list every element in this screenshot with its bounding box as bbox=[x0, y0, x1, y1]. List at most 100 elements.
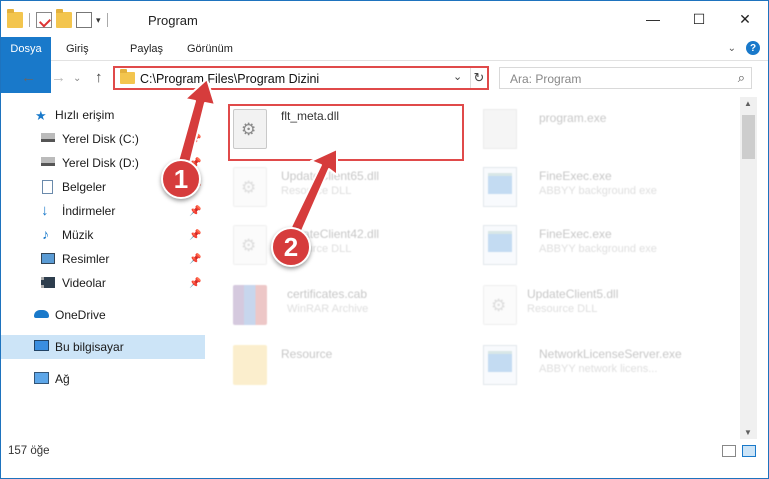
pictures-icon bbox=[41, 253, 55, 264]
view-switcher bbox=[722, 445, 756, 457]
qat-dropdown-icon[interactable]: ▾ bbox=[96, 15, 101, 26]
pin-icon[interactable]: 📌 bbox=[189, 134, 201, 145]
pin-icon[interactable]: 📌 bbox=[189, 206, 201, 217]
folder-icon bbox=[120, 69, 135, 84]
file-item[interactable]: FineExec.exe ABBYY background exe bbox=[483, 163, 723, 219]
sidebar-item-music[interactable]: ♪ Müzik 📌 bbox=[1, 223, 205, 247]
window-controls: — ☐ ✕ bbox=[630, 1, 768, 37]
help-icon[interactable]: ? bbox=[746, 41, 760, 55]
dll-file-icon bbox=[233, 167, 267, 207]
sidebar-item-label: Yerel Disk (C:) bbox=[62, 132, 139, 146]
sidebar-item-local-disk-c[interactable]: Yerel Disk (C:) 📌 bbox=[1, 127, 205, 151]
scroll-down-icon[interactable]: ▼ bbox=[744, 428, 752, 437]
address-dropdown-icon[interactable]: ⌄ bbox=[453, 70, 462, 83]
exe-file-icon bbox=[483, 167, 517, 207]
file-item[interactable]: certificates.cab WinRAR Archive bbox=[233, 281, 473, 337]
maximize-button[interactable]: ☐ bbox=[676, 1, 722, 37]
search-box[interactable]: Ara: Program ⌕ bbox=[499, 67, 752, 89]
tab-home[interactable]: Giriş bbox=[66, 37, 89, 61]
dll-file-icon bbox=[483, 285, 517, 325]
forward-button[interactable]: → bbox=[51, 69, 66, 86]
quick-access-toolbar: ▾ bbox=[7, 9, 110, 29]
sidebar-item-videos[interactable]: Videolar 📌 bbox=[1, 271, 205, 295]
file-name: FineExec.exe bbox=[539, 227, 612, 241]
file-item[interactable]: UpdateClient42.dll Resource DLL bbox=[233, 221, 473, 277]
file-name: program.exe bbox=[539, 111, 607, 125]
refresh-button[interactable]: ↻ bbox=[470, 68, 487, 88]
file-highlight-box bbox=[228, 104, 464, 161]
scroll-up-icon[interactable]: ▲ bbox=[744, 99, 752, 108]
file-name: Resource bbox=[281, 347, 333, 361]
dll-file-icon bbox=[233, 225, 267, 265]
sidebar-item-label: Ağ bbox=[55, 372, 70, 386]
sidebar-item-quick-access[interactable]: ★ Hızlı erişim bbox=[1, 103, 205, 127]
folder-icon bbox=[7, 9, 23, 28]
exe-file-icon bbox=[483, 345, 517, 385]
tiles-view-icon[interactable] bbox=[742, 445, 756, 457]
search-placeholder: Ara: Program bbox=[510, 72, 582, 86]
download-icon: ↓ bbox=[41, 202, 49, 219]
sidebar-item-downloads[interactable]: ↓ İndirmeler 📌 bbox=[1, 199, 205, 223]
music-icon: ♪ bbox=[42, 226, 49, 242]
archive-icon bbox=[233, 285, 267, 325]
address-bar[interactable]: C:\Program Files\Program Dizini ⌄ ↻ bbox=[113, 66, 489, 90]
file-description: Resource DLL bbox=[527, 303, 598, 315]
cloud-icon bbox=[34, 310, 49, 318]
tab-view[interactable]: Görünüm bbox=[187, 37, 233, 61]
step-badge-1: 1 bbox=[161, 159, 201, 199]
details-view-icon[interactable] bbox=[722, 445, 736, 457]
ribbon-expand-icon[interactable]: ⌄ bbox=[728, 43, 736, 54]
search-icon[interactable]: ⌕ bbox=[738, 70, 745, 86]
file-item[interactable]: UpdateClient65.dll Resource DLL bbox=[233, 163, 473, 219]
file-name: FineExec.exe bbox=[539, 169, 612, 183]
sidebar-item-network[interactable]: Ağ bbox=[1, 367, 205, 391]
sidebar-item-onedrive[interactable]: OneDrive bbox=[1, 303, 205, 327]
sidebar-item-label: İndirmeler bbox=[62, 204, 116, 218]
back-button[interactable]: ← bbox=[21, 69, 36, 86]
navigation-pane: ★ Hızlı erişim Yerel Disk (C:) 📌 Yerel D… bbox=[1, 97, 205, 437]
sidebar-item-pictures[interactable]: Resimler 📌 bbox=[1, 247, 205, 271]
toolbar-divider bbox=[29, 13, 30, 27]
documents-icon bbox=[42, 180, 53, 194]
file-description: WinRAR Archive bbox=[287, 303, 369, 315]
file-item[interactable]: program.exe bbox=[483, 105, 723, 161]
file-item[interactable]: NetworkLicenseServer.exe ABBYY network l… bbox=[483, 341, 723, 397]
view-options-icon[interactable] bbox=[76, 12, 92, 28]
videos-icon bbox=[41, 277, 55, 288]
sidebar-item-label: OneDrive bbox=[55, 308, 106, 322]
tab-share[interactable]: Paylaş bbox=[130, 37, 163, 61]
file-name: NetworkLicenseServer.exe bbox=[539, 347, 682, 361]
file-name: UpdateClient5.dll bbox=[527, 287, 619, 301]
vertical-scrollbar[interactable]: ▲ ▼ bbox=[740, 97, 757, 439]
minimize-button[interactable]: — bbox=[630, 1, 676, 37]
pin-icon[interactable]: 📌 bbox=[189, 254, 201, 265]
navigation-bar: ← → ⌄ ↑ C:\Program Files\Program Dizini … bbox=[1, 63, 768, 93]
item-count: 157 öğe bbox=[8, 445, 50, 457]
new-folder-icon[interactable] bbox=[56, 9, 72, 28]
close-button[interactable]: ✕ bbox=[722, 1, 768, 37]
file-item[interactable]: Resource bbox=[233, 341, 473, 397]
scrollbar-thumb[interactable] bbox=[742, 115, 755, 159]
toolbar-divider bbox=[106, 13, 108, 27]
file-item[interactable]: FineExec.exe ABBYY background exe bbox=[483, 221, 723, 277]
file-description: ABBYY background exe bbox=[539, 185, 657, 197]
pin-icon[interactable]: 📌 bbox=[189, 230, 201, 241]
sidebar-item-label: Hızlı erişim bbox=[55, 108, 115, 122]
up-button[interactable]: ↑ bbox=[95, 69, 103, 86]
address-path[interactable]: C:\Program Files\Program Dizini bbox=[140, 72, 319, 86]
file-item[interactable]: UpdateClient5.dll Resource DLL bbox=[483, 281, 723, 337]
folder-icon bbox=[233, 345, 267, 385]
sidebar-item-this-pc[interactable]: Bu bilgisayar bbox=[1, 335, 205, 359]
sidebar-item-label: Videolar bbox=[62, 276, 106, 290]
star-icon: ★ bbox=[35, 108, 47, 123]
computer-icon bbox=[34, 340, 49, 351]
file-description: ABBYY network licens... bbox=[539, 363, 658, 375]
sidebar-item-label: Resimler bbox=[62, 252, 110, 266]
properties-icon[interactable] bbox=[36, 12, 52, 28]
recent-locations-icon[interactable]: ⌄ bbox=[73, 73, 81, 84]
drive-icon bbox=[41, 133, 55, 142]
explorer-window: ▾ Program — ☐ ✕ Dosya Giriş Paylaş Görün… bbox=[0, 0, 769, 479]
sidebar-item-label: Yerel Disk (D:) bbox=[62, 156, 139, 170]
pin-icon[interactable]: 📌 bbox=[189, 278, 201, 289]
ribbon-controls: ⌄ ? bbox=[728, 41, 760, 55]
